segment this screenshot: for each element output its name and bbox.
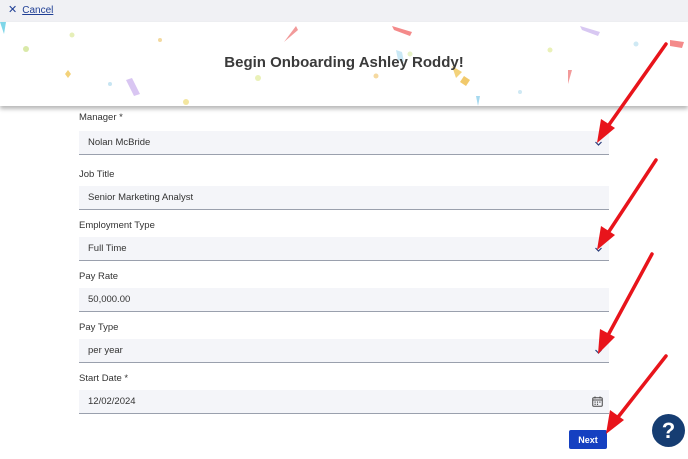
next-button[interactable]: Next (569, 430, 607, 449)
onboarding-page: ✕ Cancel Begin Onboarding Ashley Roddy! … (0, 0, 688, 459)
job-title-input[interactable]: Senior Marketing Analyst (79, 186, 609, 210)
help-button[interactable]: ? (652, 414, 685, 447)
start-date-label: Start Date * (79, 373, 129, 384)
pay-rate-input[interactable]: 50,000.00 (79, 288, 609, 312)
manager-label: Manager * (79, 112, 123, 123)
start-date-value: 12/02/2024 (88, 396, 136, 407)
pay-rate-label: Pay Rate (79, 271, 119, 282)
cancel-label: Cancel (22, 4, 54, 16)
employment-type-select[interactable]: Full Time (79, 237, 609, 261)
cancel-link[interactable]: ✕ Cancel (8, 4, 53, 16)
job-title-value: Senior Marketing Analyst (88, 192, 194, 203)
manager-value: Nolan McBride (88, 137, 151, 148)
pay-type-select[interactable]: per year (79, 339, 609, 363)
employment-type-value: Full Time (88, 243, 127, 254)
pay-type-label: Pay Type (79, 322, 119, 333)
top-bar: ✕ Cancel (0, 0, 688, 22)
chevron-down-icon (595, 349, 602, 354)
manager-select[interactable]: Nolan McBride (79, 131, 609, 155)
help-label: ? (661, 417, 676, 443)
welcome-banner: Begin Onboarding Ashley Roddy! (0, 22, 688, 106)
job-title-label: Job Title (79, 169, 115, 180)
start-date-input[interactable]: 12/02/2024 (79, 390, 609, 414)
close-icon: ✕ (8, 4, 18, 16)
page-title: Begin Onboarding Ashley Roddy! (224, 54, 464, 71)
employment-type-label: Employment Type (79, 220, 155, 231)
calendar-icon[interactable] (592, 396, 603, 407)
pay-type-value: per year (88, 345, 123, 356)
pay-rate-value: 50,000.00 (88, 294, 131, 305)
chevron-down-icon (595, 141, 602, 146)
chevron-down-icon (595, 247, 602, 252)
